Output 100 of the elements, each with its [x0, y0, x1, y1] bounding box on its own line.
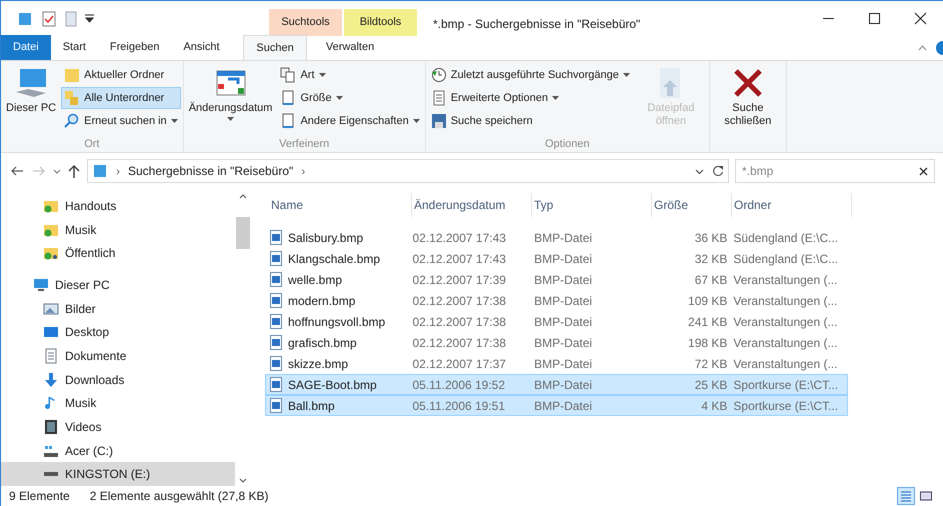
ribbon-tab[interactable]: Verwalten — [314, 35, 386, 60]
search-field[interactable]: *.bmp — [735, 159, 935, 183]
table-cell-text: BMP-Datei — [533, 376, 594, 394]
chevron-up-icon[interactable] — [239, 193, 247, 199]
caret-icon — [318, 73, 326, 77]
file-row[interactable]: SAGE-Boot.bmp 05.11.2006 19:52 BMP-Datei 25 KB Sportkurse (E:\CT... — [265, 374, 848, 395]
ribbon-button[interactable]: Änderungsdatum — [186, 64, 276, 136]
ribbon-tab[interactable]: Suchen — [243, 35, 307, 60]
file-row[interactable]: Klangschale.bmp 02.12.2007 17:43 BMP-Datei 32 KB Südengland (E:\C... — [265, 248, 848, 269]
list-icon — [430, 90, 447, 106]
table-cell-text: 32 KB — [694, 250, 728, 268]
nav-item[interactable]: Bilder — [1, 296, 235, 320]
file-row[interactable]: grafisch.bmp 02.12.2007 17:38 BMP-Datei 198 KB Veranstaltungen (... — [265, 332, 848, 353]
ribbon-button[interactable]: Andere Eigenschaften — [277, 110, 423, 132]
chevron-down-icon[interactable] — [239, 478, 247, 484]
ribbon-button[interactable]: Suche speichern — [428, 110, 633, 132]
nav-item[interactable]: Videos — [1, 415, 235, 439]
table-cell-text: 72 KB — [694, 356, 728, 372]
table-cell-text: 02.12.2007 17:39 — [412, 272, 507, 288]
table-cell-text: 67 KB — [694, 272, 728, 288]
table-cell-text: Südengland (E:\C... — [732, 250, 840, 268]
ribbon-tab[interactable]: Freigeben — [98, 35, 172, 60]
image-file-icon — [270, 230, 282, 245]
ribbon-button[interactable]: Erweiterte Optionen — [428, 87, 633, 109]
view-button[interactable] — [897, 487, 915, 505]
file-row[interactable]: Salisbury.bmp 02.12.2007 17:43 BMP-Datei 36 KB Südengland (E:\C... — [265, 227, 848, 248]
drive-icon — [44, 472, 58, 476]
caret-icon — [336, 96, 343, 100]
file-row[interactable]: Ball.bmp 05.11.2006 19:51 BMP-Datei 4 KB Sportkurse (E:\CT... — [265, 395, 848, 416]
file-row[interactable]: skizze.bmp 02.12.2007 17:37 BMP-Datei 72 KB Veranstaltungen (... — [265, 353, 848, 374]
table-cell-text: 109 KB — [687, 292, 728, 310]
ribbon-tab[interactable]: Datei — [1, 35, 51, 60]
chevron-down-icon[interactable] — [695, 166, 704, 176]
caret-icon — [412, 119, 420, 123]
ribbon-button[interactable]: Größe — [277, 87, 423, 109]
up-arrow-icon[interactable] — [67, 163, 81, 179]
nav-item[interactable]: Handouts — [1, 194, 235, 218]
ribbon-button[interactable]: Art — [277, 64, 423, 86]
nav-item[interactable]: Dieser PC — [1, 273, 235, 297]
checklist-icon[interactable] — [41, 10, 57, 26]
nav-item[interactable]: Downloads — [1, 368, 235, 392]
breadcrumb[interactable]: Suchergebnisse in "Reisebüro" — [128, 162, 294, 180]
save-icon — [430, 113, 447, 129]
folder-icon[interactable] — [17, 10, 33, 26]
column-header[interactable]: Ordner — [732, 193, 852, 217]
chevron-up-icon[interactable] — [918, 44, 927, 50]
nav-item[interactable]: Desktop — [1, 320, 235, 344]
table-cell-text: BMP-Datei — [533, 334, 594, 352]
group-label: Verfeinern — [279, 137, 330, 152]
ribbon-button[interactable]: Zuletzt ausgeführte Suchvorgänge — [428, 64, 633, 86]
refresh-icon[interactable] — [712, 165, 724, 177]
ribbon-button[interactable]: Erneut suchen in — [61, 110, 181, 132]
ribbon-button[interactable]: Alle Unterordner — [61, 87, 181, 109]
document-icon — [280, 90, 296, 106]
table-cell-text: 4 KB — [700, 398, 728, 414]
table-cell-text: 25 KB — [694, 376, 728, 394]
caret-icon — [552, 96, 559, 100]
table-cell-text: 02.12.2007 17:38 — [412, 314, 507, 330]
ribbon-button[interactable]: Suche schließen — [712, 64, 784, 136]
ribbon-tab[interactable]: Ansicht — [171, 35, 232, 60]
file-row[interactable]: hoffnungsvoll.bmp 02.12.2007 17:38 BMP-Datei 241 KB Veranstaltungen (... — [265, 311, 848, 332]
table-cell-text: 02.12.2007 17:43 — [412, 230, 507, 246]
folders-icon — [64, 90, 80, 106]
close-icon[interactable] — [919, 166, 928, 176]
file-name: modern.bmp — [288, 292, 356, 310]
window-title: *.bmp - Suchergebnisse in "Reisebüro" — [433, 16, 640, 33]
nav-item[interactable]: Acer (C:) — [1, 438, 235, 462]
ribbon-tab[interactable]: Start — [50, 35, 98, 60]
nav-item[interactable]: Musik — [1, 391, 235, 416]
table-cell-text: BMP-Datei — [533, 314, 594, 330]
file-row[interactable]: modern.bmp 02.12.2007 17:38 BMP-Datei 109 KB Veranstaltungen (... — [265, 290, 848, 311]
customize-menu-icon[interactable] — [85, 14, 94, 23]
column-header[interactable]: Größe — [652, 193, 732, 217]
column-header[interactable]: Name — [269, 193, 412, 217]
scrollbar-thumb[interactable] — [236, 217, 250, 249]
nav-item[interactable]: Musik — [1, 218, 235, 242]
computer-icon — [14, 66, 48, 100]
table-cell-text: BMP-Datei — [533, 272, 594, 288]
breadcrumb-separator[interactable]: › — [116, 162, 120, 180]
table-cell-text: Sportkurse (E:\CT... — [732, 398, 840, 414]
nav-item[interactable]: Öffentlich — [1, 241, 235, 266]
table-cell-text: 05.11.2006 19:52 — [412, 376, 506, 394]
image-file-icon — [270, 314, 282, 329]
ribbon-button[interactable]: Aktueller Ordner — [61, 64, 181, 86]
nav-item[interactable]: Dokumente — [1, 344, 235, 368]
file-row[interactable]: welle.bmp 02.12.2007 17:39 BMP-Datei 67 KB Veranstaltungen (... — [265, 269, 848, 290]
ribbon-button[interactable]: Dieser PC — [3, 64, 60, 136]
address-field[interactable]: › Suchergebnisse in "Reisebüro" › — [87, 159, 729, 183]
nav-item[interactable]: KINGSTON (E:) — [1, 462, 235, 486]
table-cell-text: 02.12.2007 17:37 — [412, 356, 507, 372]
image-file-icon — [270, 272, 282, 287]
caret-icon — [227, 117, 234, 121]
column-header[interactable]: Typ — [532, 193, 652, 217]
help-icon[interactable] — [935, 40, 943, 56]
table-cell-text: Veranstaltungen (... — [732, 314, 838, 330]
image-file-icon — [270, 398, 282, 413]
column-header[interactable]: Änderungsdatum — [412, 193, 532, 217]
chevron-down-icon[interactable] — [53, 167, 61, 175]
breadcrumb-separator[interactable]: › — [301, 162, 306, 180]
details-view-icon — [900, 490, 912, 502]
